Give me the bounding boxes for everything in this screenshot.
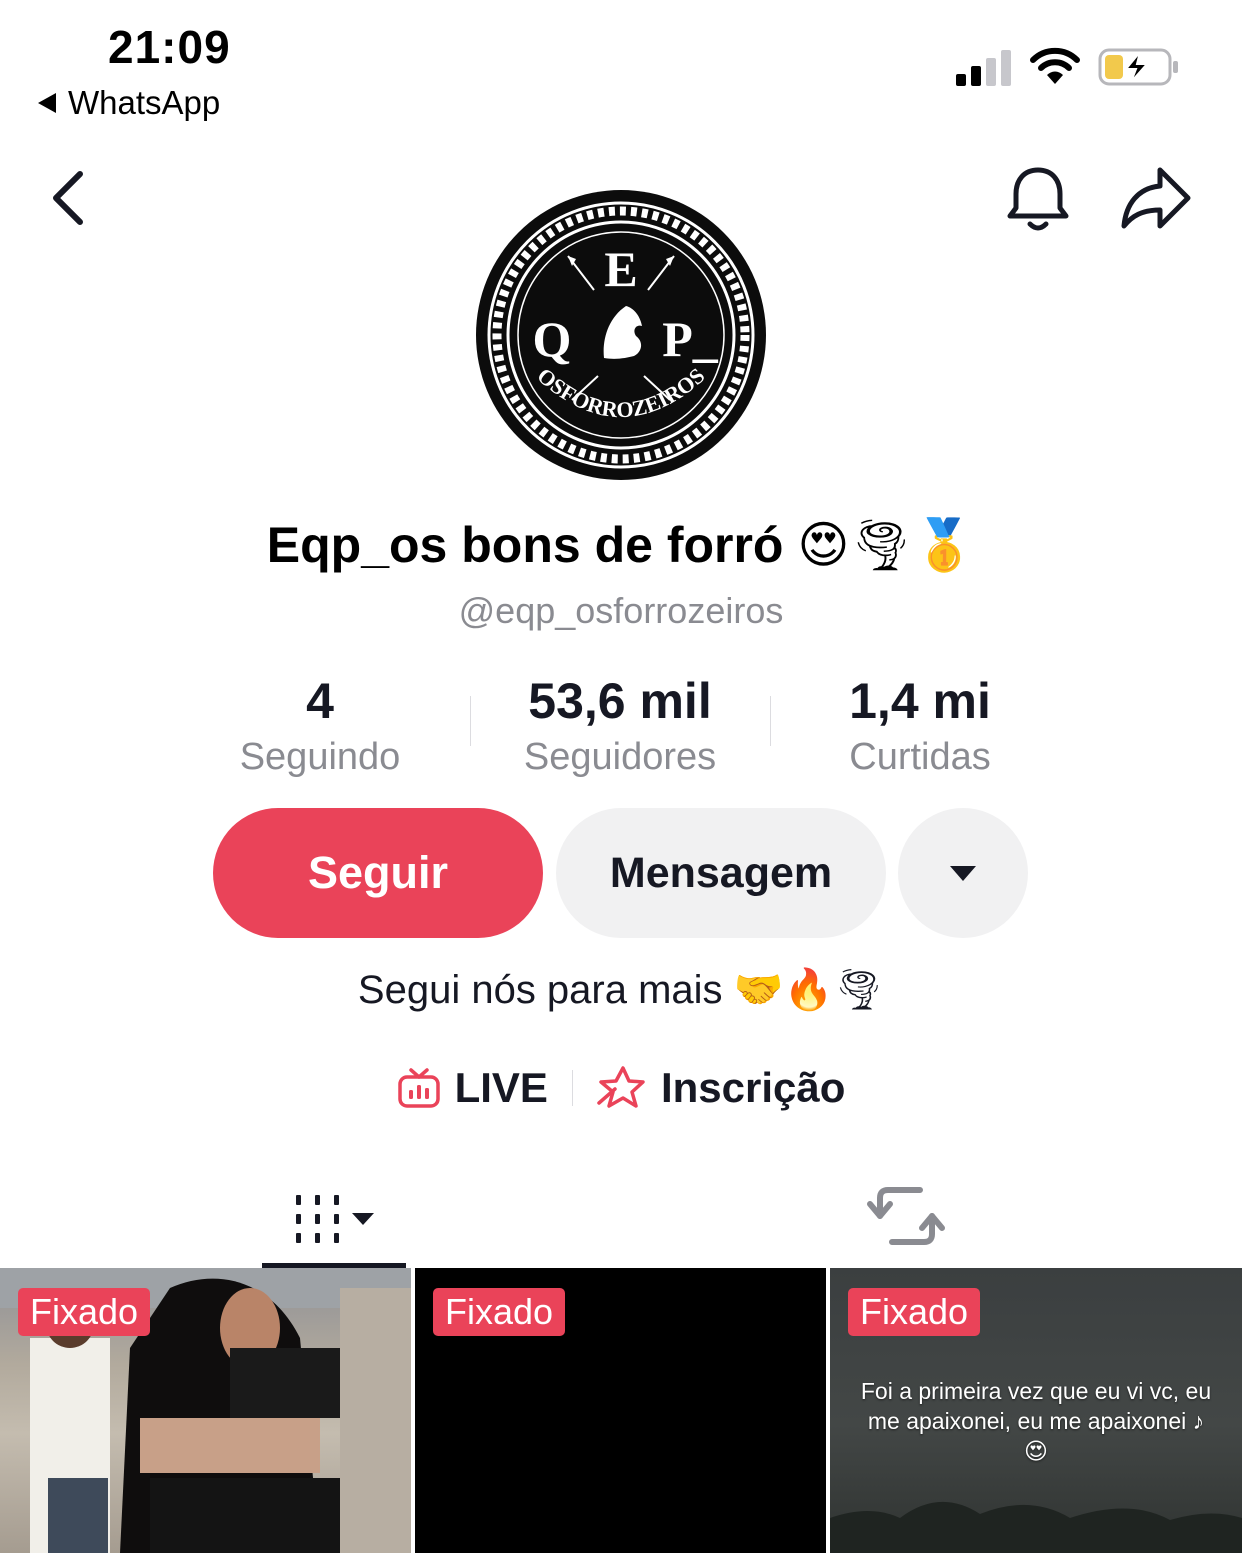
pinned-badge: Fixado — [18, 1288, 151, 1336]
pinned-badge: Fixado — [433, 1288, 566, 1336]
subscription-link[interactable]: Inscrição — [597, 1064, 845, 1112]
message-button[interactable]: Mensagem — [556, 808, 886, 938]
back-to-app-link[interactable]: WhatsApp — [38, 84, 220, 122]
profile-display-name: Eqp_os bons de forró 😍🌪🥇 — [0, 516, 1242, 575]
subscription-label: Inscrição — [660, 1064, 846, 1111]
repost-icon[interactable] — [866, 1176, 946, 1256]
avatar-logo: E Q P_ OSFORROZEIROS — [481, 195, 761, 475]
video-grid: Fixado Fixado Fixado Foi a primeira vez … — [0, 1268, 1242, 1553]
stat-followers[interactable]: 53,6 mil Seguidores — [470, 672, 770, 782]
grid-columns-icon — [296, 1195, 339, 1243]
video-tile[interactable]: Fixado — [415, 1268, 826, 1553]
live-label: LIVE — [454, 1064, 548, 1111]
links-divider — [571, 1070, 573, 1106]
video-tile[interactable]: Fixado Foi a primeira vez que eu vi vc, … — [830, 1268, 1242, 1553]
stat-following-value: 4 — [306, 673, 334, 729]
svg-text:Q: Q — [533, 311, 572, 367]
profile-username: @eqp_osforrozeiros — [458, 590, 784, 631]
bio-text: Segui nós para mais — [357, 968, 723, 1012]
display-name-text: Eqp_os bons de forró — [266, 517, 784, 573]
follow-button[interactable]: Seguir — [213, 808, 543, 938]
wifi-icon — [1030, 47, 1080, 84]
back-triangle-icon — [38, 93, 56, 113]
tab-caret-down-icon — [352, 1213, 374, 1225]
profile-avatar[interactable]: E Q P_ OSFORROZEIROS — [476, 190, 766, 480]
tab-videos[interactable] — [262, 1170, 406, 1268]
share-arrow-icon[interactable] — [1118, 162, 1194, 234]
live-tv-icon — [397, 1068, 440, 1108]
caret-down-icon — [950, 865, 976, 881]
stat-likes-label: Curtidas — [849, 736, 991, 778]
back-chevron-icon[interactable] — [44, 168, 94, 228]
content-tabs — [0, 1170, 1242, 1268]
status-time: 21:09 — [108, 21, 231, 73]
display-name-emoji: 😍🌪🥇 — [797, 516, 976, 574]
cellular-signal-icon — [956, 50, 1011, 86]
profile-stats: 4 Seguindo 53,6 mil Seguidores 1,4 mi Cu… — [170, 672, 1070, 782]
subscription-star-icon — [597, 1066, 645, 1108]
battery-charging-icon — [1098, 48, 1178, 86]
svg-text:E: E — [604, 241, 637, 297]
status-bar: 21:09 WhatsApp — [0, 0, 1242, 130]
stat-followers-label: Seguidores — [523, 736, 717, 778]
video-tile[interactable]: Fixado — [0, 1268, 411, 1553]
video-caption-overlay: Foi a primeira vez que eu vi vc, eu me a… — [860, 1378, 1212, 1464]
stat-likes[interactable]: 1,4 mi Curtidas — [770, 672, 1070, 782]
stat-likes-value: 1,4 mi — [849, 673, 991, 729]
bell-icon[interactable] — [1004, 162, 1072, 234]
bio-emoji: 🤝🔥🌪 — [733, 967, 885, 1013]
stat-followers-value: 53,6 mil — [528, 673, 712, 729]
live-link[interactable]: LIVE — [397, 1064, 548, 1112]
back-app-label: WhatsApp — [68, 84, 221, 121]
stat-following-label: Seguindo — [239, 736, 401, 778]
profile-bio: Segui nós para mais 🤝🔥🌪 — [0, 966, 1242, 1013]
svg-text:P_: P_ — [662, 311, 719, 367]
stat-following[interactable]: 4 Seguindo — [170, 672, 470, 782]
pinned-badge: Fixado — [848, 1288, 981, 1336]
more-options-button[interactable] — [898, 808, 1028, 938]
profile-links: LIVE Inscrição — [0, 1058, 1242, 1118]
